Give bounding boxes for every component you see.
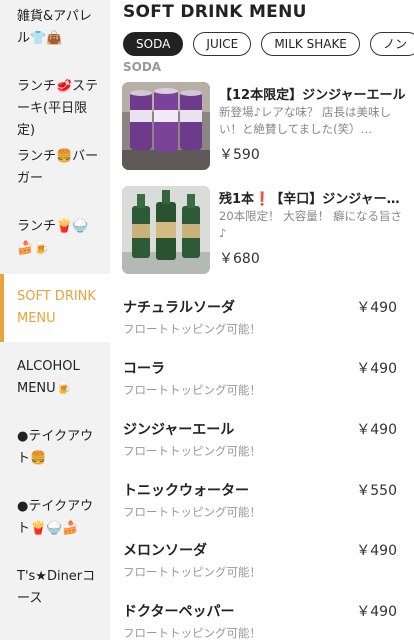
menu-item-name: ドクターペッパー (123, 604, 235, 620)
sidebar-item-takeout-burger[interactable]: ●テイクアウト🍔 (0, 426, 110, 472)
menu-item-name: メロンソーダ (123, 543, 207, 559)
menu-item-price: ￥550 (356, 483, 397, 499)
sidebar-item-lunch-steak[interactable]: ランチ🥩ステーキ(平日限定) (0, 76, 110, 138)
sidebar-item-dinner-course[interactable]: T's★Dinerコース (0, 566, 110, 612)
category-sidebar: 雑貨&アパレル👕👜 ランチ🥩ステーキ(平日限定) ランチ🍔バーガー ランチ🍟🍚🍰… (0, 0, 110, 640)
menu-item-row[interactable]: メロンソーダ ￥490 フロートトッピング可能！ (123, 540, 403, 590)
category-tabs: SODA JUICE MILK SHAKE ノン (123, 32, 414, 57)
featured-item-name: 残1本❗【辛口】ジンジャーエール (219, 192, 407, 207)
menu-title: SOFT DRINK MENU (123, 2, 307, 22)
menu-item-name: ナチュラルソーダ (123, 300, 235, 316)
sidebar-item-label: 雑貨&アパレル👕👜 (17, 9, 92, 46)
menu-item-row[interactable]: コーラ ￥490 フロートトッピング可能！ (123, 358, 403, 408)
sidebar-item-alcohol[interactable]: ALCOHOL MENU🍺 (0, 356, 110, 402)
tab-non-alcohol[interactable]: ノン (369, 32, 414, 56)
sidebar-item-lunch-sides[interactable]: ランチ🍟🍚🍰🍺 (0, 216, 110, 262)
featured-item-name: 【12本限定】ジンジャーエール (219, 88, 406, 103)
soda-cans-image (122, 82, 210, 170)
tab-milk-shake[interactable]: MILK SHAKE (261, 32, 360, 56)
section-heading: SODA (123, 60, 162, 74)
sidebar-item-label: ALCOHOL MENU🍺 (17, 359, 80, 396)
menu-item-note: フロートトッピング可能！ (123, 383, 261, 397)
menu-item-row[interactable]: トニックウォーター ￥550 フロートトッピング可能！ (123, 480, 403, 530)
featured-item-description: 新登場♪レアな味？ 店長は美味しい！と絶賛してました(笑）… (219, 105, 391, 136)
sidebar-item-goods-apparel[interactable]: 雑貨&アパレル👕👜 (0, 6, 110, 58)
featured-item[interactable]: 【12本限定】ジンジャーエール 新登場♪レアな味？ 店長は美味しい！と絶賛してま… (122, 82, 414, 172)
tab-soda[interactable]: SODA (123, 32, 184, 56)
menu-item-note: フロートトッピング可能！ (123, 444, 261, 458)
sidebar-item-lunch-burger[interactable]: ランチ🍔バーガー (0, 146, 110, 192)
sidebar-item-label: ●テイクアウト🍟🍚🍰 (17, 499, 94, 536)
sidebar-item-soft-drink[interactable]: SOFT DRINK MENU (0, 274, 110, 342)
ginger-ale-bottles-image (122, 186, 210, 274)
menu-item-note: フロートトッピング可能！ (123, 565, 261, 579)
menu-item-price: ￥490 (356, 543, 397, 559)
menu-item-name: ジンジャーエール (123, 422, 235, 438)
sidebar-item-label: ●テイクアウト🍔 (17, 429, 94, 466)
sidebar-item-label: SOFT DRINK MENU (17, 289, 96, 326)
product-photo (122, 186, 210, 274)
featured-item[interactable]: 残1本❗【辛口】ジンジャーエール 20本限定！ 大容量！ 癖になる旨さ♪ ￥68… (122, 186, 414, 276)
sidebar-item-label: ランチ🥩ステーキ(平日限定) (17, 79, 99, 138)
menu-item-row[interactable]: ジンジャーエール ￥490 フロートトッピング可能！ (123, 419, 403, 469)
menu-item-row[interactable]: ナチュラルソーダ ￥490 フロートトッピング可能！ (123, 297, 403, 347)
sidebar-item-takeout-sides[interactable]: ●テイクアウト🍟🍚🍰 (0, 496, 110, 542)
menu-item-price: ￥490 (356, 300, 397, 316)
featured-item-price: ￥680 (219, 251, 260, 267)
menu-item-name: コーラ (123, 361, 165, 377)
menu-item-row[interactable]: ドクターペッパー ￥490 フロートトッピング可能！ (123, 601, 403, 640)
menu-item-price: ￥490 (356, 604, 397, 620)
menu-item-note: フロートトッピング可能！ (123, 626, 261, 640)
sidebar-item-label: ランチ🍔バーガー (17, 149, 99, 186)
menu-item-note: フロートトッピング可能！ (123, 322, 261, 336)
sidebar-item-label: T's★Dinerコース (17, 569, 96, 606)
tab-juice[interactable]: JUICE (193, 32, 252, 56)
menu-item-price: ￥490 (356, 361, 397, 377)
menu-item-price: ￥490 (356, 422, 397, 438)
featured-item-description: 20本限定！ 大容量！ 癖になる旨さ♪ (219, 209, 402, 240)
menu-item-note: フロートトッピング可能！ (123, 505, 261, 519)
menu-item-name: トニックウォーター (123, 483, 249, 499)
sidebar-item-label: ランチ🍟🍚🍰🍺 (17, 219, 89, 256)
featured-item-price: ￥590 (219, 147, 260, 163)
product-photo (122, 82, 210, 170)
